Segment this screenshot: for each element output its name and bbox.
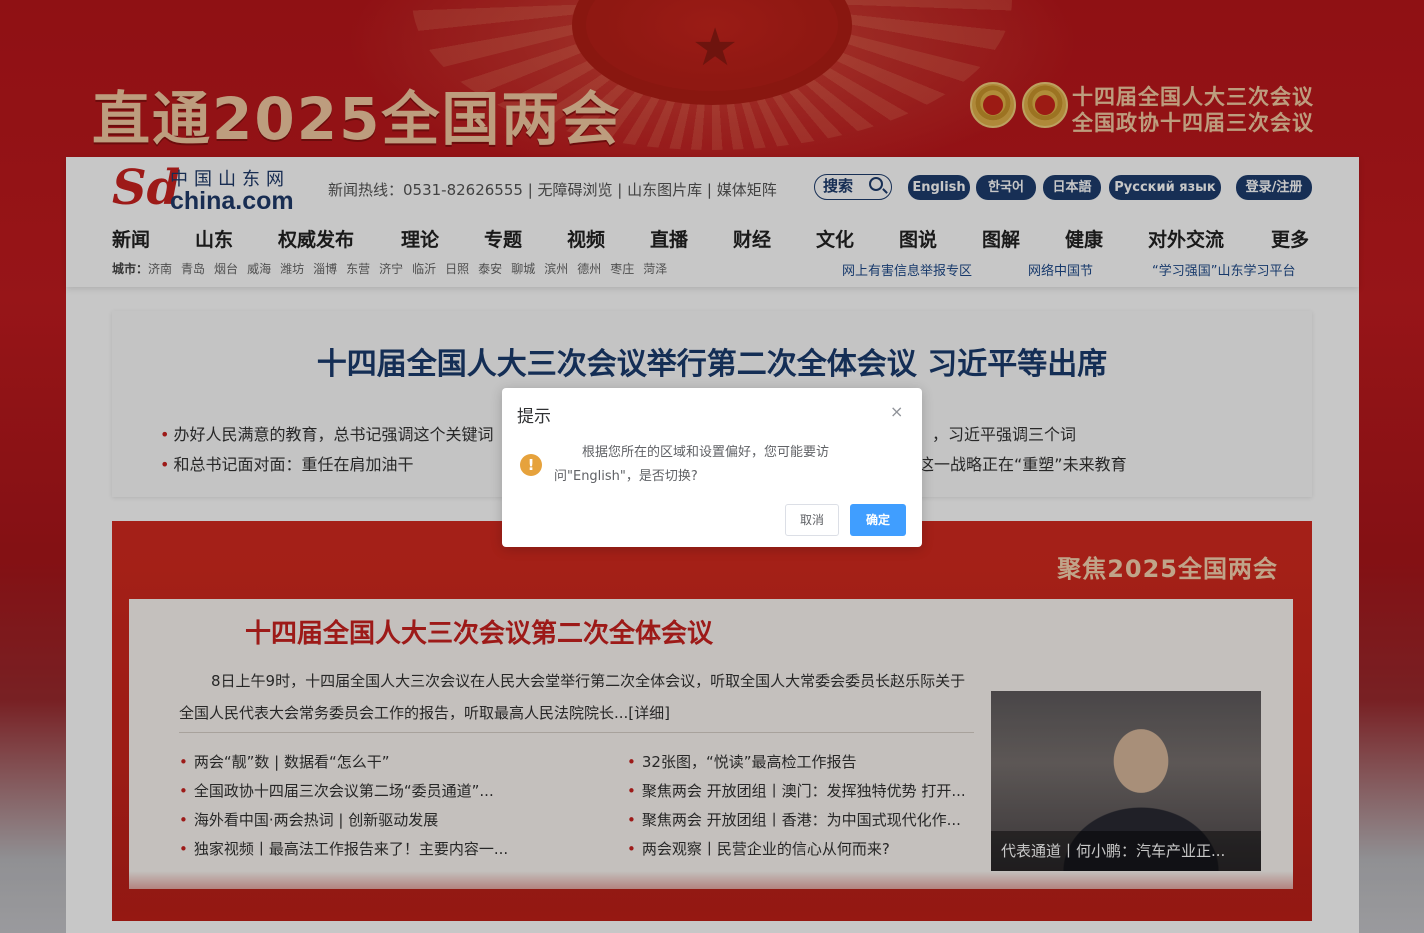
close-icon[interactable]: ×	[890, 402, 903, 421]
dialog-title: 提示	[517, 407, 551, 427]
warning-icon: !	[520, 454, 542, 476]
dialog-message: 根据您所在的区域和设置偏好，您可能要访问"English"，是否切换?	[554, 445, 830, 484]
confirm-button[interactable]: 确定	[850, 504, 906, 536]
language-switch-dialog: 提示 × ! 根据您所在的区域和设置偏好，您可能要访问"English"，是否切…	[502, 388, 922, 547]
cancel-button[interactable]: 取消	[785, 504, 839, 536]
